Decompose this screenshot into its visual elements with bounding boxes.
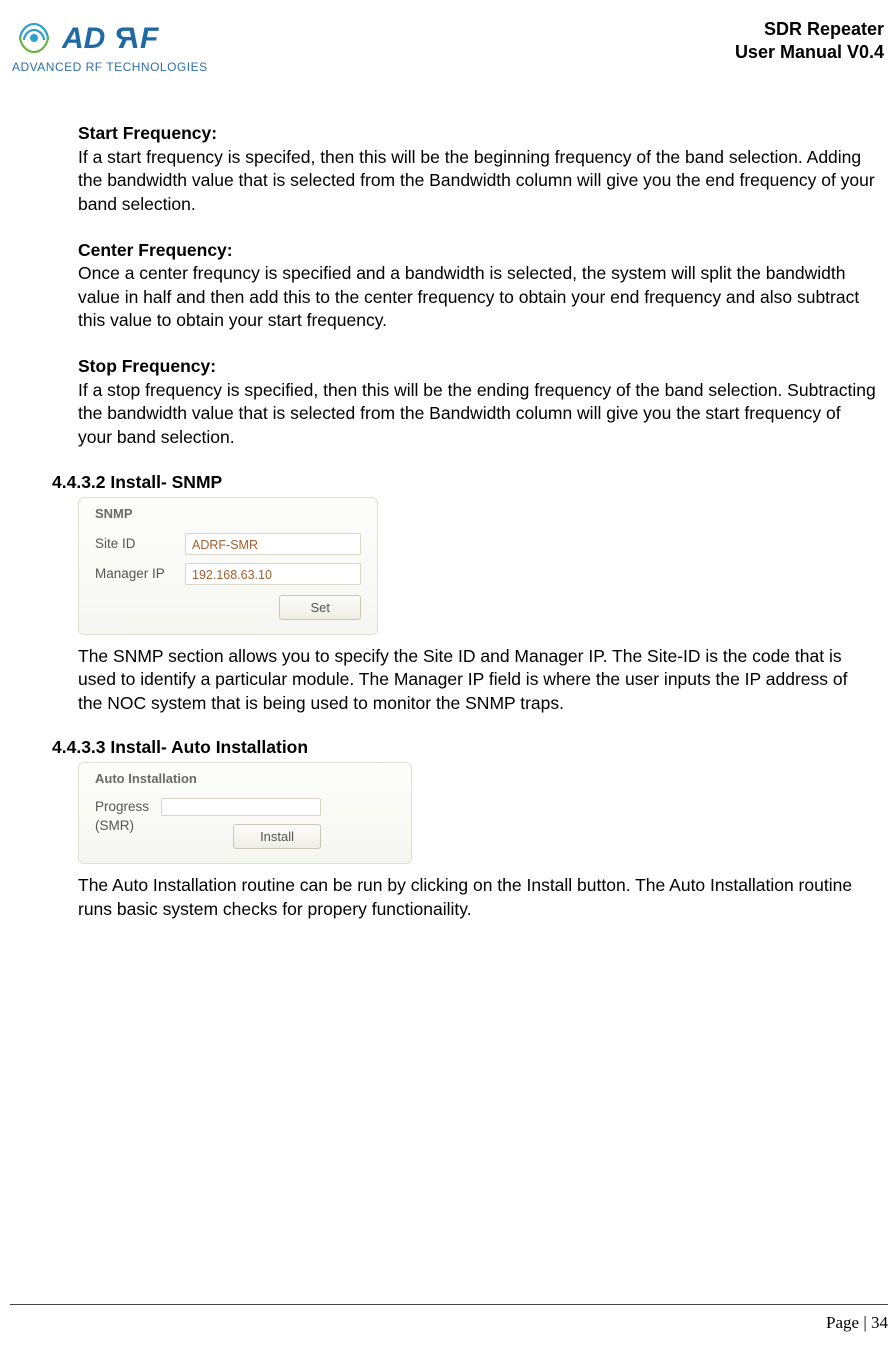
svg-text:R: R <box>116 22 138 55</box>
brand-logo: AD R F ADVANCED RF TECHNOLOGIES <box>12 18 208 74</box>
doc-title-line1: SDR Repeater <box>735 18 884 41</box>
site-id-label: Site ID <box>95 536 175 551</box>
manager-ip-input[interactable]: 192.168.63.10 <box>185 563 361 585</box>
progress-label: Progress (SMR) <box>95 798 149 836</box>
doc-title-line2: User Manual V0.4 <box>735 41 884 64</box>
svg-text:AD: AD <box>62 22 105 55</box>
center-frequency-section: Center Frequency: Once a center frequncy… <box>78 239 876 334</box>
start-frequency-section: Start Frequency: If a start frequency is… <box>78 122 876 217</box>
set-button[interactable]: Set <box>279 595 361 620</box>
stop-frequency-section: Stop Frequency: If a stop frequency is s… <box>78 355 876 450</box>
page-header: AD R F ADVANCED RF TECHNOLOGIES SDR Repe… <box>8 18 888 74</box>
auto-install-panel-title: Auto Installation <box>95 771 395 786</box>
svg-text:F: F <box>140 22 159 55</box>
center-frequency-heading: Center Frequency: <box>78 240 233 260</box>
progress-label-l2: (SMR) <box>95 818 134 833</box>
auto-install-panel: Auto Installation Progress (SMR) Install <box>78 762 412 864</box>
center-frequency-text: Once a center frequncy is specified and … <box>78 263 859 330</box>
manager-ip-label: Manager IP <box>95 566 175 581</box>
footer-divider <box>10 1304 888 1305</box>
stop-frequency-heading: Stop Frequency: <box>78 356 216 376</box>
progress-label-l1: Progress <box>95 799 149 814</box>
progress-bar <box>161 798 321 816</box>
snmp-description: The SNMP section allows you to specify t… <box>78 645 876 716</box>
start-frequency-heading: Start Frequency: <box>78 123 217 143</box>
stop-frequency-text: If a stop frequency is specified, then t… <box>78 380 876 447</box>
document-title: SDR Repeater User Manual V0.4 <box>735 18 884 65</box>
install-button[interactable]: Install <box>233 824 321 849</box>
logo-wordmark-icon: AD R F <box>62 20 182 56</box>
site-id-input[interactable]: ADRF-SMR <box>185 533 361 555</box>
snmp-panel-title: SNMP <box>95 506 361 521</box>
page-number: Page | 34 <box>826 1313 888 1333</box>
auto-install-description: The Auto Installation routine can be run… <box>78 874 876 921</box>
start-frequency-text: If a start frequency is specifed, then t… <box>78 147 875 214</box>
snmp-panel: SNMP Site ID ADRF-SMR Manager IP 192.168… <box>78 497 378 635</box>
logo-mark-icon <box>12 18 56 58</box>
auto-install-heading: 4.4.3.3 Install- Auto Installation <box>52 737 876 758</box>
snmp-heading: 4.4.3.2 Install- SNMP <box>52 472 876 493</box>
logo-subtitle: ADVANCED RF TECHNOLOGIES <box>12 60 208 74</box>
